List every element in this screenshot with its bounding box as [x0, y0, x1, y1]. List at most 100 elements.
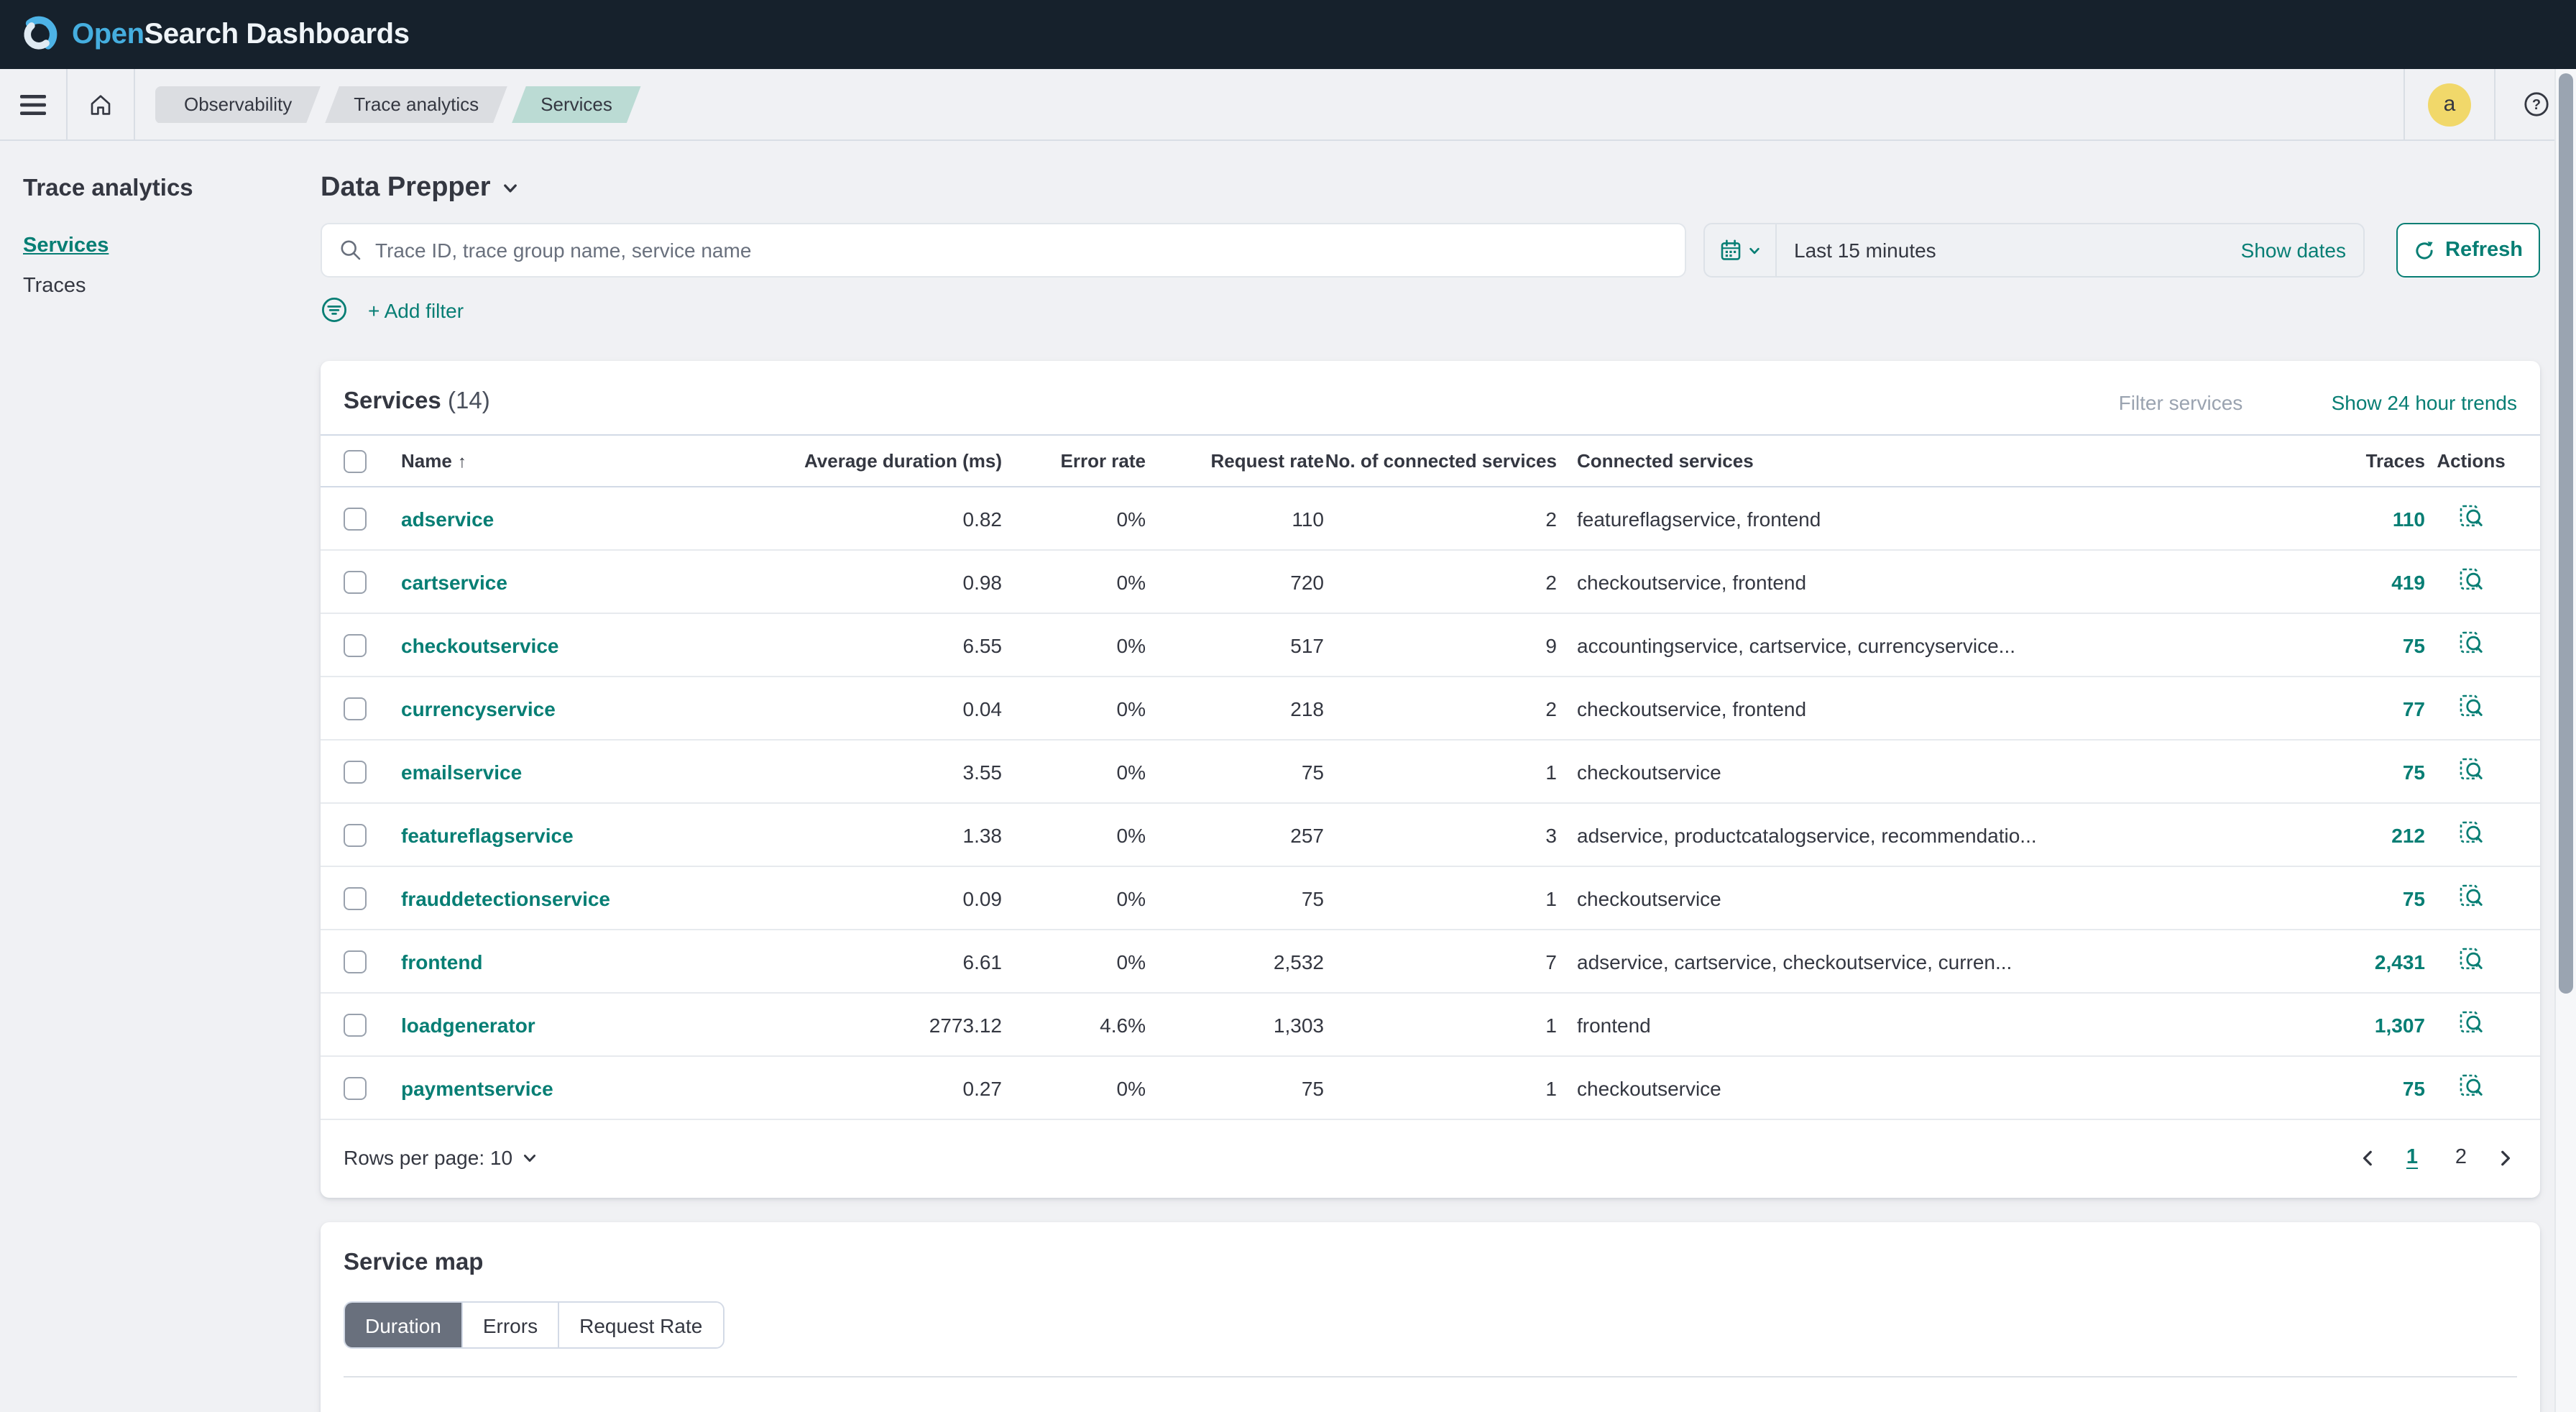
col-header-name[interactable]: Name↑: [401, 450, 746, 472]
inspect-traces-icon[interactable]: [2458, 820, 2484, 845]
rows-per-page-button[interactable]: Rows per page: 10: [344, 1146, 537, 1169]
col-header-avg-duration[interactable]: Average duration (ms): [746, 450, 1002, 472]
traces-count-link[interactable]: 75: [2403, 886, 2425, 909]
service-name-link[interactable]: emailservice: [401, 760, 522, 783]
inspect-traces-icon[interactable]: [2458, 1009, 2484, 1035]
request-rate-value: 1,303: [1146, 1013, 1324, 1036]
row-checkbox[interactable]: [344, 1077, 367, 1100]
service-map-panel: Service map Duration Errors Request Rate: [321, 1222, 2540, 1412]
datasource-label: Data Prepper: [321, 173, 491, 204]
service-name-link[interactable]: adservice: [401, 507, 494, 530]
search-input[interactable]: [375, 239, 1668, 262]
breadcrumb-trace-analytics[interactable]: Trace analytics: [325, 86, 507, 123]
row-checkbox[interactable]: [344, 634, 367, 657]
traces-count-link[interactable]: 212: [2391, 823, 2425, 846]
show-dates-link[interactable]: Show dates: [2241, 239, 2363, 262]
traces-count-link[interactable]: 75: [2403, 633, 2425, 656]
main-area: Data Prepper: [321, 141, 2540, 1412]
connected-services-value: checkoutservice: [1557, 1076, 2253, 1099]
inspect-traces-icon[interactable]: [2458, 630, 2484, 656]
error-rate-value: 0%: [1002, 760, 1146, 783]
service-map-toggle-group: Duration Errors Request Rate: [344, 1301, 724, 1349]
row-checkbox[interactable]: [344, 508, 367, 531]
table-row: paymentservice 0.27 0% 75 1 checkoutserv…: [321, 1057, 2540, 1120]
filter-icon[interactable]: [321, 296, 348, 324]
service-name-link[interactable]: checkoutservice: [401, 633, 558, 656]
sidebar-item-traces[interactable]: Traces: [23, 275, 298, 298]
avg-duration-value: 3.55: [746, 760, 1002, 783]
table-row: adservice 0.82 0% 110 2 featureflagservi…: [321, 487, 2540, 551]
scrollbar-thumb[interactable]: [2559, 73, 2573, 994]
service-name-link[interactable]: frauddetectionservice: [401, 886, 610, 909]
toggle-duration-button[interactable]: Duration: [345, 1303, 461, 1347]
select-all-checkbox[interactable]: [344, 450, 367, 473]
request-rate-value: 2,532: [1146, 950, 1324, 973]
col-header-connected-services[interactable]: Connected services: [1557, 450, 2253, 472]
table-row: frontend 6.61 0% 2,532 7 adservice, cart…: [321, 930, 2540, 994]
filter-services-input[interactable]: [2119, 390, 2277, 413]
table-row: loadgenerator 2773.12 4.6% 1,303 1 front…: [321, 994, 2540, 1057]
inspect-traces-icon[interactable]: [2458, 1073, 2484, 1099]
breadcrumb-observability[interactable]: Observability: [155, 86, 321, 123]
row-checkbox[interactable]: [344, 761, 367, 784]
service-name-link[interactable]: loadgenerator: [401, 1013, 535, 1036]
traces-count-link[interactable]: 419: [2391, 570, 2425, 593]
page-2-button[interactable]: 2: [2444, 1140, 2478, 1175]
traces-count-link[interactable]: 110: [2393, 507, 2425, 530]
show-trends-link[interactable]: Show 24 hour trends: [2332, 390, 2517, 413]
traces-count-link[interactable]: 75: [2403, 1076, 2425, 1099]
user-avatar[interactable]: a: [2428, 83, 2471, 126]
datasource-selector[interactable]: Data Prepper: [321, 173, 2540, 204]
connected-count-value: 1: [1324, 1013, 1557, 1036]
nav-right-section: a ?: [2404, 69, 2576, 139]
opensearch-logo-icon: [19, 14, 59, 55]
row-checkbox[interactable]: [344, 887, 367, 910]
row-checkbox[interactable]: [344, 1014, 367, 1037]
service-name-link[interactable]: featureflagservice: [401, 823, 574, 846]
col-header-connected-count[interactable]: No. of connected services: [1324, 450, 1557, 472]
connected-count-value: 1: [1324, 886, 1557, 909]
inspect-traces-icon[interactable]: [2458, 883, 2484, 909]
brand-title: OpenSearch Dashboards: [72, 18, 410, 51]
trace-search-field[interactable]: [321, 223, 1686, 278]
refresh-button[interactable]: Refresh: [2396, 223, 2540, 278]
breadcrumb-services[interactable]: Services: [512, 86, 641, 123]
time-range-value[interactable]: Last 15 minutes: [1777, 239, 2241, 262]
request-rate-value: 218: [1146, 697, 1324, 720]
menu-button[interactable]: [0, 69, 66, 139]
col-header-traces[interactable]: Traces: [2253, 450, 2425, 472]
inspect-traces-icon[interactable]: [2458, 756, 2484, 782]
row-checkbox[interactable]: [344, 697, 367, 720]
home-button[interactable]: [68, 69, 134, 139]
service-name-link[interactable]: frontend: [401, 950, 483, 973]
page-1-button[interactable]: 1: [2395, 1140, 2429, 1175]
service-name-link[interactable]: currencyservice: [401, 697, 556, 720]
sidebar-item-services[interactable]: Services: [23, 234, 298, 257]
avg-duration-value: 2773.12: [746, 1013, 1002, 1036]
inspect-traces-icon[interactable]: [2458, 567, 2484, 592]
service-name-link[interactable]: cartservice: [401, 570, 507, 593]
traces-count-link[interactable]: 77: [2403, 697, 2425, 720]
col-header-actions: Actions: [2425, 450, 2517, 472]
toggle-errors-button[interactable]: Errors: [461, 1303, 558, 1347]
inspect-traces-icon[interactable]: [2458, 946, 2484, 972]
error-rate-value: 0%: [1002, 570, 1146, 593]
traces-count-link[interactable]: 75: [2403, 760, 2425, 783]
col-header-error-rate[interactable]: Error rate: [1002, 450, 1146, 472]
row-checkbox[interactable]: [344, 824, 367, 847]
service-name-link[interactable]: paymentservice: [401, 1076, 553, 1099]
row-checkbox[interactable]: [344, 571, 367, 594]
inspect-traces-icon[interactable]: [2458, 693, 2484, 719]
inspect-traces-icon[interactable]: [2458, 503, 2484, 529]
col-header-request-rate[interactable]: Request rate: [1146, 450, 1324, 472]
toggle-request-rate-button[interactable]: Request Rate: [558, 1303, 722, 1347]
avg-duration-value: 1.38: [746, 823, 1002, 846]
add-filter-link[interactable]: + Add filter: [368, 298, 464, 321]
help-icon[interactable]: ?: [2522, 91, 2549, 118]
next-page-icon[interactable]: [2493, 1148, 2517, 1167]
prev-page-icon[interactable]: [2356, 1148, 2380, 1167]
traces-count-link[interactable]: 2,431: [2375, 950, 2425, 973]
row-checkbox[interactable]: [344, 950, 367, 973]
quick-select-button[interactable]: [1705, 224, 1775, 276]
traces-count-link[interactable]: 1,307: [2375, 1013, 2425, 1036]
